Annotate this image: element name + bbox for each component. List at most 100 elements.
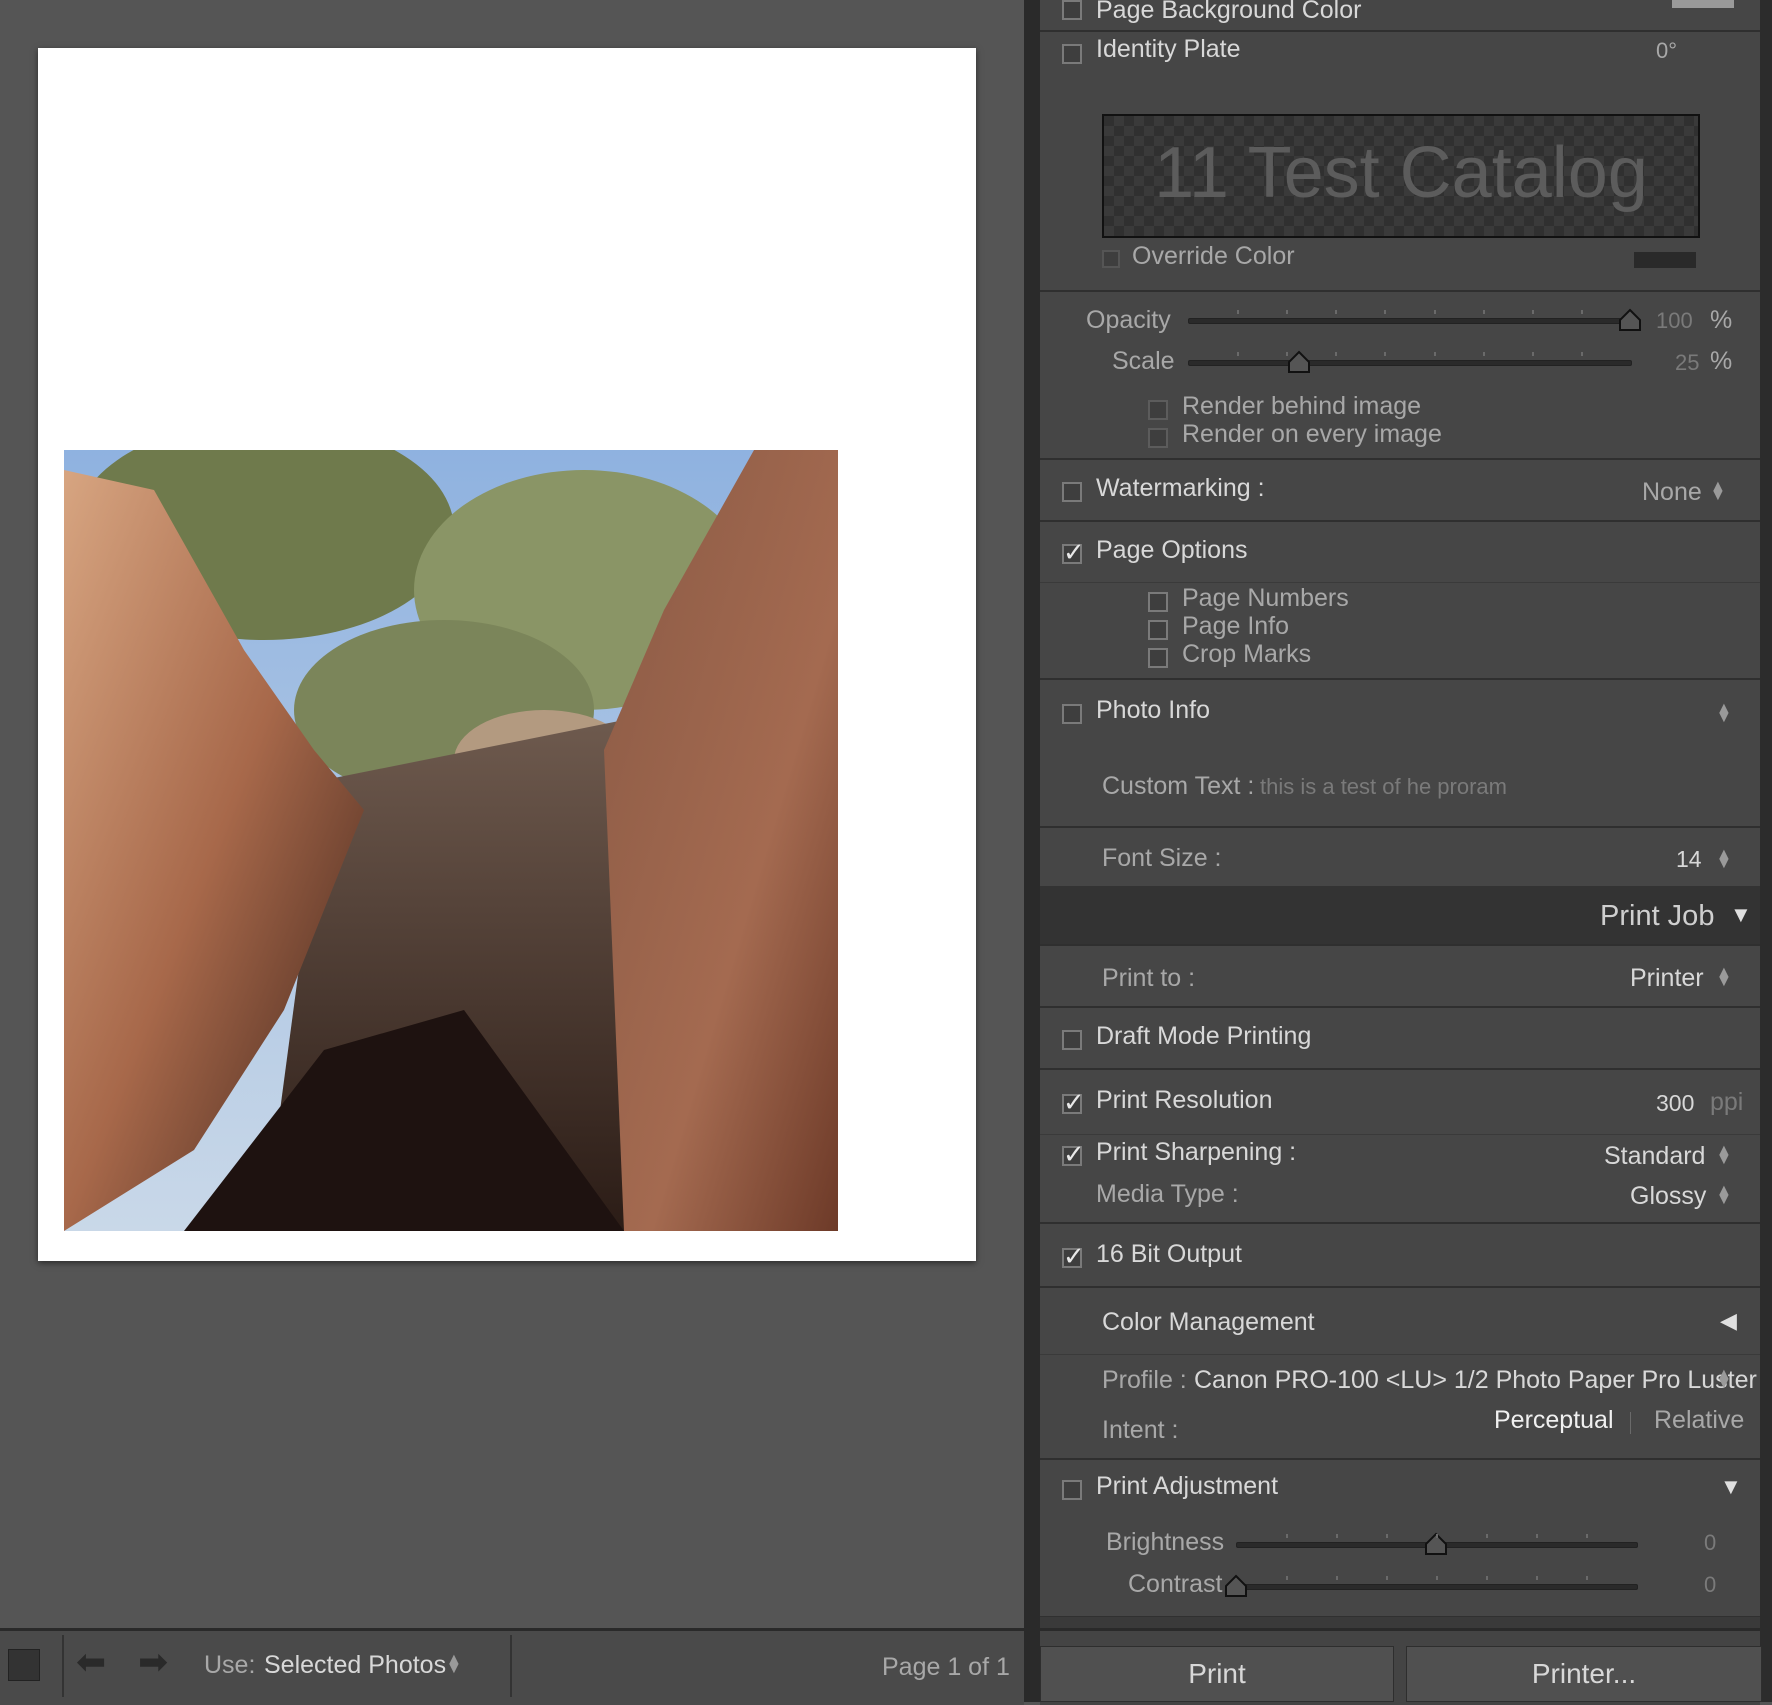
sharpening-value[interactable]: Standard <box>1604 1142 1705 1171</box>
bit-output-section: 16 Bit Output <box>1040 1222 1760 1289</box>
scale-tick <box>1286 352 1289 356</box>
opacity-slider-track[interactable] <box>1188 318 1632 324</box>
stop-square-icon[interactable] <box>8 1649 40 1681</box>
updown-arrow-icon[interactable]: ▲ ▼ <box>1716 701 1732 726</box>
resolution-value[interactable]: 300 <box>1656 1090 1694 1117</box>
opacity-tick <box>1433 310 1436 314</box>
contrast-slider-track[interactable] <box>1236 1584 1638 1590</box>
page-options-label: Page Options <box>1096 536 1248 564</box>
scale-tick <box>1335 352 1338 356</box>
draft-mode-checkbox[interactable] <box>1062 1030 1082 1050</box>
font-size-value[interactable]: 14 <box>1676 846 1702 873</box>
page-numbers-label: Page Numbers <box>1182 584 1349 612</box>
divider <box>1040 1134 1760 1135</box>
scale-slider-track[interactable] <box>1188 360 1632 366</box>
page-background-label: Page Background Color <box>1096 0 1362 24</box>
media-type-value[interactable]: Glossy <box>1630 1182 1706 1211</box>
contrast-tick <box>1286 1576 1288 1580</box>
intent-relative[interactable]: Relative <box>1654 1406 1744 1435</box>
scale-value[interactable]: 25 <box>1675 350 1699 376</box>
forward-arrow-icon[interactable]: ➡ <box>138 1641 168 1683</box>
opacity-tick <box>1384 310 1387 314</box>
intent-divider <box>1630 1412 1631 1434</box>
page-numbers-checkbox[interactable] <box>1148 592 1168 612</box>
color-management-section: Color Management ◀ Profile : Canon PRO-1… <box>1040 1286 1760 1461</box>
media-type-label: Media Type : <box>1096 1180 1239 1208</box>
brightness-tick <box>1486 1534 1488 1538</box>
page-info-label: Page Info <box>1182 612 1290 640</box>
render-every-checkbox[interactable] <box>1148 428 1168 448</box>
disclosure-triangle-icon[interactable]: ◀ <box>1720 1308 1737 1334</box>
updown-arrow-icon[interactable]: ▲ ▼ <box>446 1652 462 1677</box>
photo-info-checkbox[interactable] <box>1062 704 1082 724</box>
opacity-value[interactable]: 100 <box>1656 308 1693 334</box>
use-value[interactable]: Selected Photos <box>264 1651 446 1680</box>
toolbar-separator <box>510 1635 512 1697</box>
contrast-value[interactable]: 0 <box>1704 1572 1716 1598</box>
print-adjustment-checkbox[interactable] <box>1062 1480 1082 1500</box>
print-adjustment-label: Print Adjustment <box>1096 1472 1279 1500</box>
print-button[interactable]: Print <box>1040 1646 1394 1702</box>
opacity-tick <box>1580 310 1583 314</box>
panel-scrollbar[interactable] <box>1760 0 1772 1702</box>
override-color-swatch[interactable] <box>1634 252 1696 268</box>
scale-tick <box>1482 352 1485 356</box>
disclosure-triangle-icon[interactable]: ▼ <box>1720 1474 1742 1500</box>
page-options-checkbox[interactable] <box>1062 537 1085 568</box>
updown-arrow-icon[interactable]: ▲ ▼ <box>1716 1183 1732 1208</box>
print-job-header[interactable]: Print Job ▼ <box>1040 886 1760 944</box>
contrast-label: Contrast <box>1128 1570 1223 1598</box>
override-color-checkbox[interactable] <box>1102 250 1120 268</box>
opacity-tick <box>1335 310 1338 314</box>
panel-divider[interactable] <box>1024 0 1040 1702</box>
contrast-tick <box>1386 1576 1388 1580</box>
page-info-checkbox[interactable] <box>1148 620 1168 640</box>
page-background-color-row: Page Background Color <box>1040 0 1760 31</box>
brightness-tick <box>1536 1534 1538 1538</box>
profile-value[interactable]: Canon PRO-100 <LU> 1/2 Photo Paper Pro L… <box>1194 1366 1757 1395</box>
opacity-tick <box>1531 310 1534 314</box>
divider <box>1040 582 1760 583</box>
scale-tick <box>1384 352 1387 356</box>
scale-tick <box>1433 352 1436 356</box>
intent-label: Intent : <box>1102 1416 1179 1444</box>
printer-button[interactable]: Printer... <box>1406 1646 1762 1702</box>
print-sharpening-checkbox[interactable] <box>1062 1139 1085 1170</box>
page-background-checkbox[interactable] <box>1062 0 1082 20</box>
brightness-tick <box>1336 1534 1338 1538</box>
render-behind-label: Render behind image <box>1182 392 1422 420</box>
updown-arrow-icon[interactable]: ▲ ▼ <box>1716 847 1732 872</box>
brightness-value[interactable]: 0 <box>1704 1530 1716 1556</box>
watermarking-value[interactable]: None <box>1642 478 1702 507</box>
print-resolution-checkbox[interactable] <box>1062 1087 1085 1118</box>
scale-tick <box>1531 352 1534 356</box>
font-size-label: Font Size : <box>1102 844 1222 872</box>
custom-text-input[interactable]: this is a test of he proram <box>1260 774 1507 800</box>
divider <box>1040 1354 1760 1355</box>
toolbar-separator <box>62 1635 64 1697</box>
updown-arrow-icon[interactable]: ▲ ▼ <box>1716 1143 1732 1168</box>
watermarking-checkbox[interactable] <box>1062 482 1082 502</box>
scale-label: Scale <box>1112 347 1175 375</box>
intent-perceptual[interactable]: Perceptual <box>1494 1406 1614 1435</box>
print-to-value[interactable]: Printer <box>1630 964 1704 993</box>
custom-text-label: Custom Text : <box>1102 772 1255 800</box>
updown-arrow-icon[interactable]: ▲ ▼ <box>1710 479 1726 504</box>
identity-plate-checkbox[interactable] <box>1062 44 1082 64</box>
back-arrow-icon[interactable]: ⬅ <box>76 1641 106 1683</box>
bit-output-checkbox[interactable] <box>1062 1241 1085 1272</box>
watermarking-label: Watermarking : <box>1096 474 1265 502</box>
updown-arrow-icon[interactable]: ▲ ▼ <box>1716 965 1732 990</box>
render-behind-checkbox[interactable] <box>1148 400 1168 420</box>
identity-plate-angle[interactable]: 0° <box>1656 38 1677 64</box>
disclosure-triangle-icon[interactable]: ▼ <box>1730 902 1752 928</box>
brightness-tick <box>1436 1534 1438 1538</box>
opacity-tick <box>1237 310 1240 314</box>
opacity-label: Opacity <box>1086 306 1171 334</box>
contrast-tick <box>1486 1576 1488 1580</box>
photo-canyon[interactable] <box>64 450 838 1231</box>
updown-arrow-icon[interactable]: ▲ ▼ <box>1716 1367 1732 1392</box>
page-background-swatch[interactable] <box>1672 0 1734 8</box>
identity-plate-preview[interactable]: 11 Test Catalog <box>1102 114 1700 238</box>
crop-marks-checkbox[interactable] <box>1148 648 1168 668</box>
